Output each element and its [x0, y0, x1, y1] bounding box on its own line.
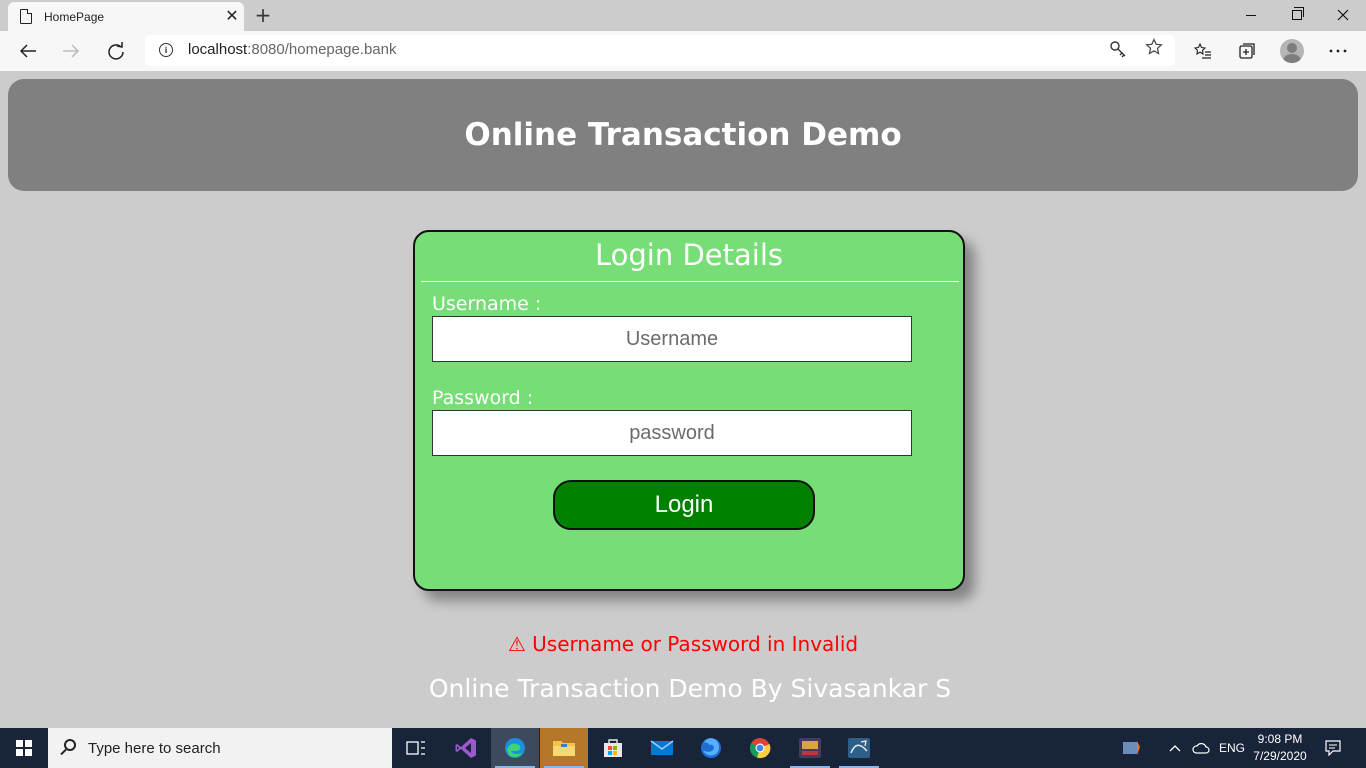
- firefox-app[interactable]: [687, 728, 735, 768]
- clock-date: 7/29/2020: [1253, 749, 1307, 763]
- game-app[interactable]: [786, 728, 834, 768]
- visual-studio-icon: [455, 738, 476, 758]
- error-message: ⚠ Username or Password in Invalid: [507, 632, 859, 656]
- search-icon: [64, 739, 76, 751]
- network-status[interactable]: [1192, 728, 1210, 768]
- page-title: Online Transaction Demo: [464, 117, 902, 153]
- close-icon: [1337, 9, 1349, 21]
- back-button[interactable]: [13, 36, 43, 66]
- game-app-icon: [799, 738, 821, 758]
- windows-logo-icon: [16, 740, 32, 756]
- more-dots-icon: [1329, 49, 1347, 53]
- info-icon[interactable]: i: [159, 43, 173, 57]
- page-footer: Online Transaction Demo By Sivasankar S: [428, 674, 952, 703]
- mail-icon: [650, 740, 674, 755]
- tray-app-icon[interactable]: [1122, 728, 1142, 768]
- language-indicator[interactable]: ENG: [1219, 728, 1245, 768]
- back-arrow-icon: [19, 44, 36, 58]
- address-path: :8080/homepage.bank: [247, 41, 397, 58]
- login-button[interactable]: Login: [553, 480, 815, 530]
- browser-toolbar: i localhost:8080/homepage.bank: [0, 31, 1366, 71]
- language-label: ENG: [1219, 741, 1246, 755]
- address-host: localhost: [188, 41, 248, 58]
- favorites-button[interactable]: [1188, 36, 1218, 66]
- show-hidden-icons-button[interactable]: [1169, 728, 1181, 768]
- close-window-button[interactable]: [1320, 0, 1366, 30]
- restore-icon: [1292, 7, 1304, 20]
- address-url: localhost:8080/homepage.bank: [188, 41, 397, 58]
- notification-icon: [1325, 740, 1341, 756]
- mail-app[interactable]: [638, 728, 686, 768]
- mysql-workbench-app[interactable]: [835, 728, 883, 768]
- collections-button[interactable]: [1232, 36, 1262, 66]
- refresh-button[interactable]: [101, 36, 131, 66]
- password-input[interactable]: [432, 410, 912, 456]
- minimize-icon: [1246, 14, 1256, 16]
- task-view-button[interactable]: [392, 728, 440, 768]
- forward-button[interactable]: [56, 36, 86, 66]
- store-bag-icon: [604, 739, 622, 757]
- edge-app[interactable]: [491, 728, 539, 768]
- mysql-workbench-icon: [848, 738, 870, 758]
- refresh-icon: [108, 42, 124, 60]
- settings-menu-button[interactable]: [1323, 36, 1353, 66]
- page-icon: [20, 9, 32, 24]
- close-tab-icon[interactable]: ✕: [224, 6, 240, 25]
- cloud-network-icon: [1192, 743, 1210, 754]
- chrome-app[interactable]: [736, 728, 784, 768]
- folder-icon: [553, 741, 575, 756]
- collections-icon: [1239, 43, 1255, 59]
- profile-avatar[interactable]: [1280, 39, 1304, 63]
- chevron-up-icon: [1169, 745, 1181, 752]
- browser-tab[interactable]: HomePage ✕: [8, 2, 244, 31]
- firefox-icon: [701, 738, 721, 758]
- password-key-icon[interactable]: [1109, 40, 1127, 62]
- tray-tool-icon: [1123, 741, 1140, 755]
- login-title: Login Details: [595, 238, 783, 272]
- favorite-star-icon[interactable]: [1145, 38, 1163, 61]
- file-explorer-app[interactable]: [540, 728, 588, 768]
- browser-tabstrip: HomePage ✕ +: [0, 0, 1366, 31]
- tab-title: HomePage: [44, 10, 105, 24]
- page-header: Online Transaction Demo: [8, 79, 1358, 191]
- system-clock[interactable]: 9:08 PM 7/29/2020: [1246, 731, 1314, 765]
- minimize-button[interactable]: [1228, 0, 1274, 30]
- restore-button[interactable]: [1274, 0, 1320, 30]
- visual-studio-app[interactable]: [442, 728, 490, 768]
- username-input[interactable]: [432, 316, 912, 362]
- action-center-button[interactable]: [1325, 728, 1341, 768]
- store-app[interactable]: [589, 728, 637, 768]
- favorites-list-icon: [1194, 43, 1211, 59]
- address-bar[interactable]: i localhost:8080/homepage.bank: [145, 35, 1175, 66]
- taskbar-search-placeholder: Type here to search: [88, 740, 221, 757]
- chrome-icon: [749, 738, 771, 759]
- windows-taskbar: Type here to search ENG 9:08 PM 7/29/202…: [0, 728, 1366, 768]
- clock-time: 9:08 PM: [1257, 732, 1303, 746]
- password-label: Password :: [432, 387, 534, 409]
- task-view-icon: [406, 741, 425, 755]
- start-button[interactable]: [0, 728, 48, 768]
- edge-icon: [505, 738, 525, 758]
- login-form: Login Details Username : Password : Logi…: [413, 230, 965, 591]
- title-divider: [421, 281, 959, 282]
- username-label: Username :: [432, 293, 542, 315]
- taskbar-search[interactable]: Type here to search: [48, 728, 392, 768]
- forward-arrow-icon: [63, 44, 80, 58]
- new-tab-button[interactable]: +: [254, 4, 272, 26]
